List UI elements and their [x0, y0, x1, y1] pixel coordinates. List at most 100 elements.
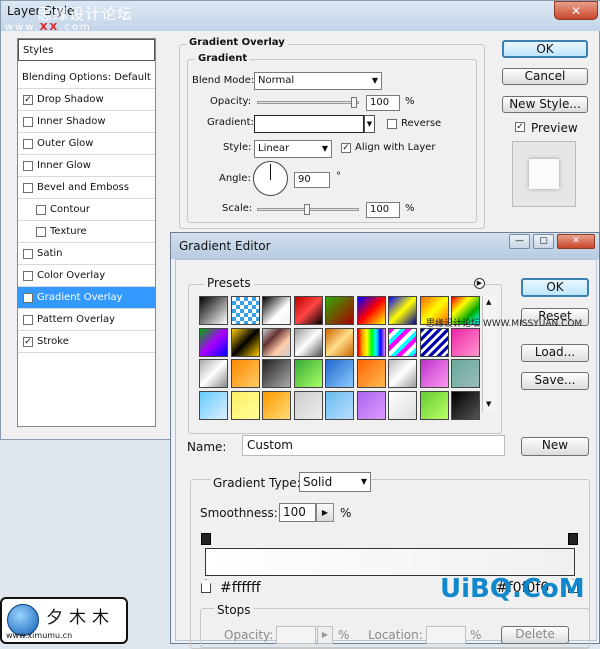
style-item-checkbox[interactable] — [36, 227, 46, 237]
blend-mode-select[interactable]: Normal ▼ — [254, 72, 382, 90]
opacity-slider-track[interactable] — [257, 101, 359, 104]
style-item-blending-options-default[interactable]: Blending Options: Default — [18, 67, 155, 89]
style-item-stroke[interactable]: ✓ Stroke — [18, 331, 155, 353]
preset-swatch[interactable] — [388, 296, 417, 325]
preset-swatch[interactable] — [293, 327, 323, 357]
preset-swatch[interactable] — [293, 359, 323, 388]
angle-input[interactable]: 90 — [294, 172, 330, 188]
stop-opacity-input[interactable] — [276, 626, 316, 644]
smoothness-input[interactable]: 100 — [279, 503, 316, 522]
gradient-editor-titlebar[interactable]: Gradient Editor — ▢ ✕ — [171, 233, 599, 259]
preset-swatch[interactable] — [388, 359, 417, 388]
style-item-checkbox[interactable] — [23, 117, 33, 127]
style-item-texture[interactable]: Texture — [18, 221, 155, 243]
stop-opacity-stepper-icon[interactable]: ▶ — [317, 626, 333, 644]
preset-swatch[interactable] — [293, 296, 323, 325]
style-item-gradient-overlay[interactable]: ✓ Gradient Overlay — [18, 287, 155, 309]
opacity-stop-right[interactable] — [568, 533, 578, 545]
stop-delete-button[interactable]: Delete — [501, 626, 569, 644]
styles-header[interactable]: Styles — [18, 39, 155, 61]
preset-swatch[interactable] — [356, 359, 386, 388]
preset-swatch[interactable] — [293, 390, 323, 420]
gradient-dropdown-chevron-icon[interactable]: ▼ — [364, 115, 375, 133]
close-icon[interactable]: ✕ — [554, 1, 598, 20]
style-item-checkbox[interactable] — [23, 139, 33, 149]
preset-swatch[interactable] — [325, 359, 354, 388]
minimize-icon[interactable]: — — [509, 234, 530, 249]
align-with-layer-checkbox[interactable]: ✓ — [341, 143, 351, 153]
preset-swatch[interactable] — [262, 359, 291, 388]
preset-swatch[interactable] — [262, 296, 291, 325]
style-item-pattern-overlay[interactable]: Pattern Overlay — [18, 309, 155, 331]
style-item-checkbox[interactable] — [23, 249, 33, 259]
preset-swatch[interactable] — [199, 327, 228, 357]
preset-swatch[interactable] — [388, 390, 417, 420]
preset-swatch[interactable] — [451, 359, 480, 388]
scroll-up-icon[interactable]: ▲ — [486, 298, 491, 306]
opacity-input[interactable]: 100 — [366, 95, 400, 111]
layer-style-titlebar[interactable]: Layer Style 思缘设计论坛 www.XX.com ✕ — [1, 1, 600, 33]
gradient-new-button[interactable]: New — [521, 437, 589, 456]
scroll-down-icon[interactable]: ▼ — [486, 400, 491, 408]
style-item-color-overlay[interactable]: Color Overlay — [18, 265, 155, 287]
style-item-checkbox[interactable] — [23, 271, 33, 281]
preset-swatch[interactable] — [325, 296, 354, 325]
preview-checkbox[interactable]: ✓ — [515, 122, 525, 132]
gradient-preview[interactable] — [254, 115, 364, 133]
preset-swatch[interactable] — [451, 327, 480, 357]
style-item-inner-shadow[interactable]: Inner Shadow — [18, 111, 155, 133]
preset-swatch[interactable] — [419, 359, 449, 388]
preset-swatch[interactable] — [356, 327, 386, 357]
reverse-checkbox[interactable] — [387, 119, 397, 129]
preset-swatch[interactable] — [199, 296, 228, 325]
preset-swatch[interactable] — [325, 390, 354, 420]
presets-menu-arrow-icon[interactable]: ▶ — [474, 278, 485, 289]
stop-location-input[interactable] — [426, 626, 466, 644]
style-item-checkbox[interactable] — [23, 183, 33, 193]
style-item-drop-shadow[interactable]: ✓ Drop Shadow — [18, 89, 155, 111]
preset-swatch[interactable] — [230, 296, 260, 325]
opacity-slider-thumb[interactable] — [351, 97, 357, 108]
style-item-checkbox[interactable] — [36, 205, 46, 215]
preset-swatch[interactable] — [419, 327, 449, 357]
preset-swatch[interactable] — [356, 390, 386, 420]
cancel-button[interactable]: Cancel — [502, 68, 588, 85]
preset-swatch[interactable] — [419, 390, 449, 420]
opacity-stop-left[interactable] — [201, 533, 211, 545]
preset-swatch[interactable] — [230, 359, 260, 388]
smoothness-stepper-icon[interactable]: ▶ — [316, 503, 334, 522]
preset-swatch[interactable] — [325, 327, 354, 357]
preset-swatch[interactable] — [262, 390, 291, 420]
maximize-icon[interactable]: ▢ — [533, 234, 554, 249]
preset-swatch[interactable] — [230, 390, 260, 420]
presets-scrollbar[interactable]: ▲ ▼ — [482, 296, 496, 412]
ok-button[interactable]: OK — [502, 40, 588, 58]
preset-swatch[interactable] — [356, 296, 386, 325]
gradient-load-button[interactable]: Load... — [521, 344, 589, 362]
gradient-save-button[interactable]: Save... — [521, 372, 589, 390]
style-item-checkbox[interactable]: ✓ — [23, 337, 33, 347]
gradient-ramp-bar[interactable] — [205, 548, 575, 576]
style-item-inner-glow[interactable]: Inner Glow — [18, 155, 155, 177]
preset-swatch[interactable] — [262, 327, 291, 357]
style-item-contour[interactable]: Contour — [18, 199, 155, 221]
style-item-checkbox[interactable]: ✓ — [23, 95, 33, 105]
scale-slider-thumb[interactable] — [304, 204, 310, 215]
preset-swatch[interactable] — [230, 327, 260, 357]
gradient-name-input[interactable]: Custom — [242, 435, 505, 456]
style-item-bevel-and-emboss[interactable]: Bevel and Emboss — [18, 177, 155, 199]
angle-dial[interactable] — [253, 161, 288, 196]
style-item-checkbox[interactable]: ✓ — [23, 293, 33, 303]
preset-swatch[interactable] — [199, 390, 228, 420]
style-select[interactable]: Linear ▼ — [254, 140, 332, 158]
preset-swatch[interactable] — [451, 390, 480, 420]
scale-input[interactable]: 100 — [366, 202, 400, 218]
gradient-ok-button[interactable]: OK — [521, 278, 589, 297]
style-item-checkbox[interactable] — [23, 161, 33, 171]
gradient-type-select[interactable]: Solid ▼ — [299, 472, 371, 492]
preset-swatch[interactable] — [199, 359, 228, 388]
preset-swatch[interactable] — [388, 327, 417, 357]
new-style-button[interactable]: New Style... — [502, 96, 588, 113]
style-item-outer-glow[interactable]: Outer Glow — [18, 133, 155, 155]
style-item-satin[interactable]: Satin — [18, 243, 155, 265]
